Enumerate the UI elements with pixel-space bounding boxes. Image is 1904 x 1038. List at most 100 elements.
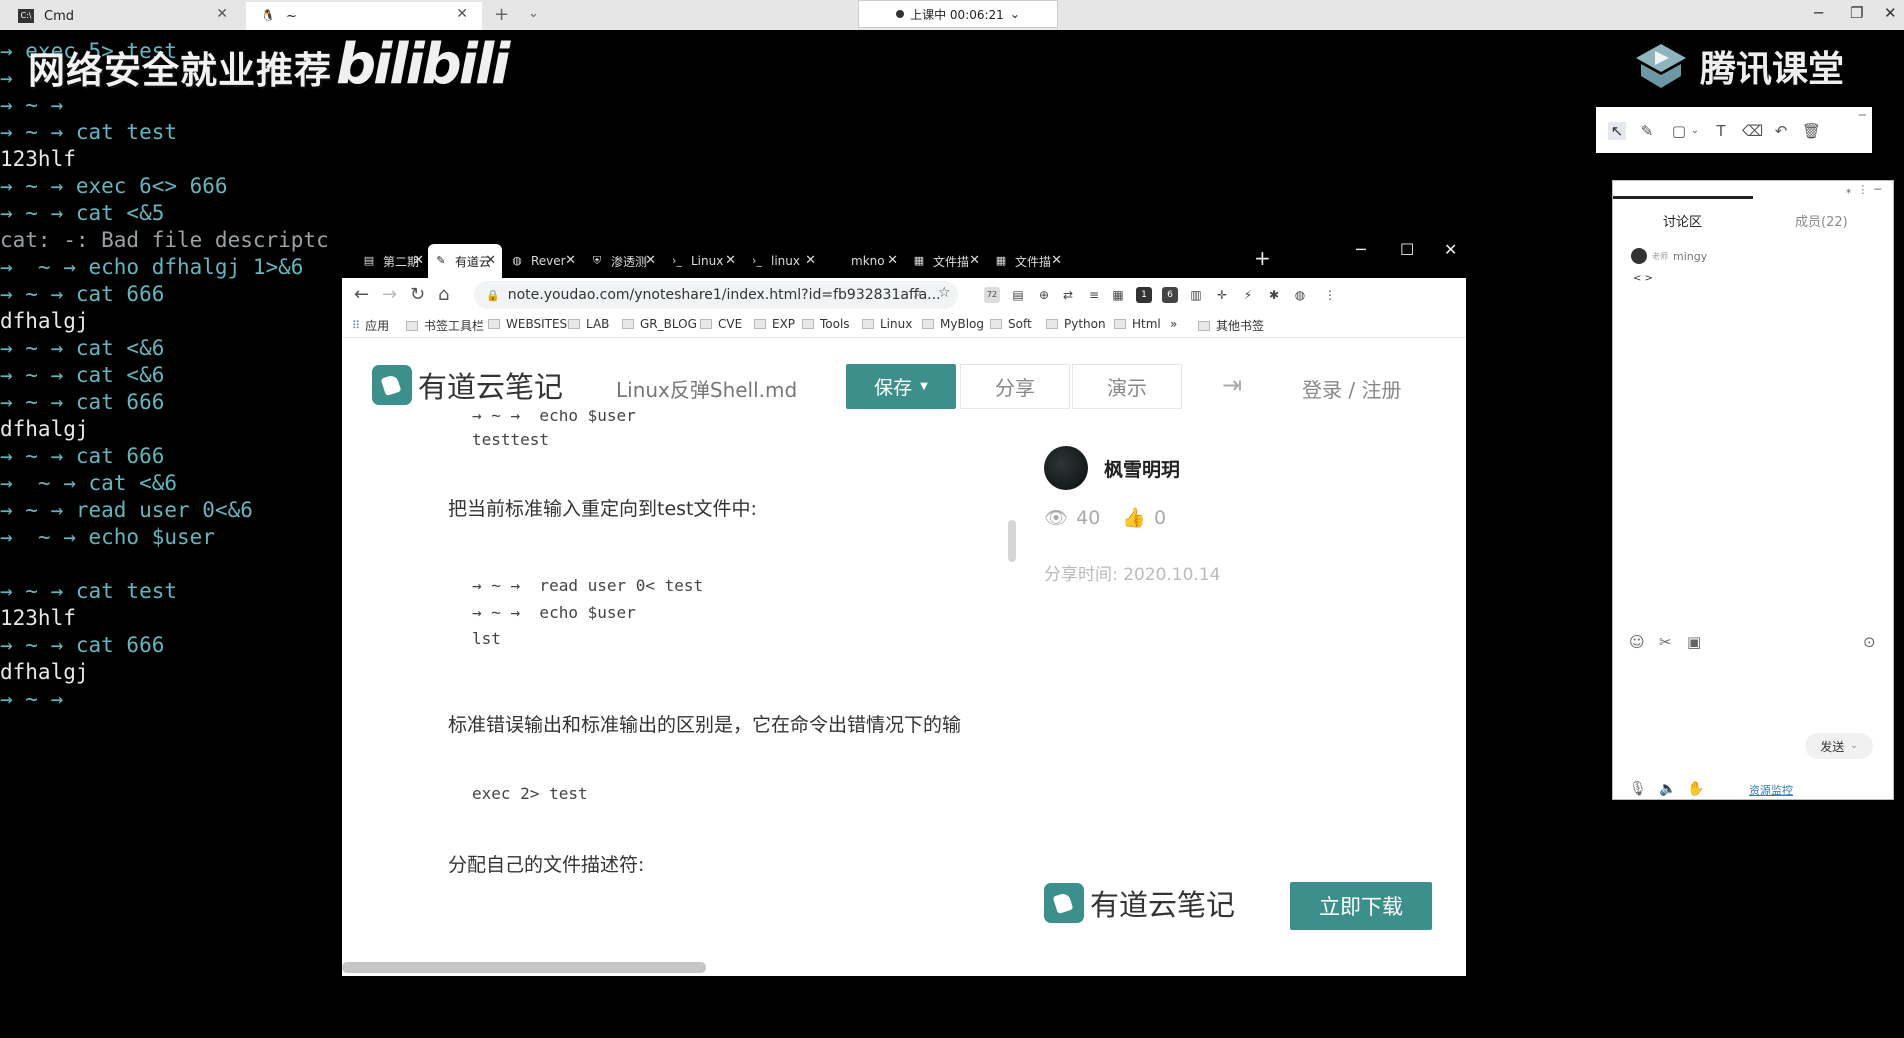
author-name[interactable]: 枫雪明玥 bbox=[1104, 455, 1180, 482]
browser-tab[interactable]: mkno ✕ bbox=[824, 244, 904, 278]
close-tab-icon[interactable]: ✕ bbox=[969, 253, 980, 268]
bookmark-folder[interactable]: MyBlog bbox=[922, 317, 984, 331]
browser-tab[interactable]: ›_ Linux ✕ bbox=[664, 244, 742, 278]
bookmark-folder[interactable]: Soft bbox=[990, 317, 1032, 331]
close-tab-icon[interactable]: ✕ bbox=[1051, 253, 1062, 268]
grid-ext-icon[interactable]: ▦ bbox=[1110, 287, 1126, 303]
pen-icon[interactable]: ✎ bbox=[1638, 122, 1656, 140]
browser-tab[interactable]: ▦ 文件描 ✕ bbox=[906, 244, 986, 278]
browser-tab[interactable]: ⛨ 渗透测 ✕ bbox=[584, 244, 662, 278]
crosshair-ext-icon[interactable]: ✛ bbox=[1214, 287, 1230, 303]
scissors-icon[interactable]: ✂ bbox=[1659, 633, 1672, 651]
youdao-logo[interactable]: 有道云笔记 bbox=[372, 364, 563, 406]
bookmark-folder[interactable]: WEBSITES bbox=[488, 317, 567, 331]
share-button[interactable]: 分享 bbox=[960, 364, 1070, 409]
close-tab-icon[interactable]: ✕ bbox=[887, 253, 898, 268]
tab-cmd[interactable]: C:\ Cmd ✕ bbox=[4, 2, 242, 30]
table-ext-icon[interactable]: ▥ bbox=[1188, 287, 1204, 303]
image-icon[interactable]: ▣ bbox=[1687, 633, 1701, 651]
translate-ext-icon[interactable]: ⇄ bbox=[1060, 287, 1076, 303]
bookmark-folder[interactable]: Linux bbox=[862, 317, 912, 331]
browser-tab[interactable]: ▦ 文件描 ✕ bbox=[988, 244, 1068, 278]
search-ext-icon[interactable]: ⊕ bbox=[1036, 287, 1052, 303]
minimize-button[interactable]: ─ bbox=[1814, 4, 1823, 22]
avatar[interactable] bbox=[1044, 446, 1088, 490]
bookmark-folder[interactable]: LAB bbox=[568, 317, 609, 331]
close-tab-icon[interactable]: ✕ bbox=[645, 253, 656, 268]
tab-shell[interactable]: 🐧 ~ ✕ bbox=[246, 2, 482, 30]
select-cursor-icon[interactable]: ↖ bbox=[1608, 122, 1626, 140]
bookmark-folder[interactable]: EXP bbox=[754, 317, 795, 331]
download-button[interactable]: 立即下载 bbox=[1290, 882, 1432, 930]
close-tab-icon[interactable]: ✕ bbox=[456, 6, 468, 22]
chevron-down-icon[interactable]: ⌄ bbox=[528, 6, 539, 21]
thumbs-up-icon[interactable]: 👍 bbox=[1122, 506, 1146, 529]
star-icon[interactable]: ☆ bbox=[938, 285, 951, 301]
horizontal-scrollbar[interactable] bbox=[342, 962, 706, 973]
minimize-icon[interactable]: ─ bbox=[1859, 108, 1866, 122]
close-tab-icon[interactable]: ✕ bbox=[216, 6, 228, 22]
login-register-link[interactable]: 登录 / 注册 bbox=[1302, 374, 1401, 403]
minimize-button[interactable]: ─ bbox=[1356, 240, 1366, 259]
live-status-pill[interactable]: 上课中 00:06:21 ⌄ bbox=[858, 0, 1058, 28]
panel-controls[interactable]: ⁎⋮─ bbox=[1846, 183, 1887, 196]
hand-raise-icon[interactable]: ✋ bbox=[1687, 781, 1704, 797]
close-window-button[interactable]: ✕ bbox=[1444, 240, 1457, 259]
collapse-sidebar-icon[interactable]: ⇥ bbox=[1222, 371, 1242, 399]
maximize-button[interactable]: ☐ bbox=[1400, 240, 1414, 259]
bookmark-ext-icon[interactable]: ▤ bbox=[1010, 287, 1026, 303]
browser-tab[interactable]: ▤ 第二期 ✕ bbox=[356, 244, 430, 278]
new-tab-button[interactable]: + bbox=[494, 4, 509, 25]
apps-shortcut[interactable]: ⠿ 应用 bbox=[352, 317, 389, 334]
more-bookmarks-button[interactable]: » bbox=[1170, 317, 1177, 331]
terminal-output[interactable]: → exec 5> test → → ~ → → ~ → cat test 123hlf… bbox=[0, 38, 345, 713]
text-tool-icon[interactable]: T bbox=[1712, 122, 1730, 140]
save-button[interactable]: 保存 ▼ bbox=[846, 364, 956, 409]
tab-members[interactable]: 成员(22) bbox=[1795, 211, 1848, 230]
send-button[interactable]: 发送 ⌄ bbox=[1805, 733, 1873, 759]
close-tab-icon[interactable]: ✕ bbox=[413, 253, 424, 268]
browser-tab[interactable]: ›_ linux ✕ bbox=[744, 244, 822, 278]
forward-icon[interactable]: → bbox=[382, 284, 397, 305]
resource-monitor-link[interactable]: 资源监控 bbox=[1749, 782, 1793, 798]
speaker-icon[interactable]: 🔈 bbox=[1659, 781, 1676, 797]
eraser-icon[interactable]: ⌫ bbox=[1742, 122, 1763, 140]
lightning-ext-icon[interactable]: ⚡ bbox=[1240, 287, 1256, 303]
restore-button[interactable]: ❐ bbox=[1850, 4, 1863, 22]
back-icon[interactable]: ← bbox=[354, 284, 369, 305]
menu-icon[interactable]: ⋮ bbox=[1322, 287, 1338, 303]
bookmark-folder[interactable]: 书签工具栏 bbox=[406, 317, 484, 334]
microphone-icon[interactable]: 🎙 bbox=[1629, 781, 1647, 797]
bookmark-folder[interactable]: Python bbox=[1046, 317, 1106, 331]
bookmark-folder[interactable]: Html bbox=[1114, 317, 1161, 331]
close-tab-icon[interactable]: ✕ bbox=[485, 253, 496, 268]
shield-ext-icon[interactable]: 6 bbox=[1162, 287, 1178, 303]
note-ext-icon[interactable]: 1 bbox=[1136, 287, 1152, 303]
emoji-icon[interactable]: ☺ bbox=[1629, 633, 1645, 651]
puzzle-icon[interactable]: ✱ bbox=[1266, 287, 1282, 303]
bookmark-folder[interactable]: Tools bbox=[802, 317, 850, 331]
new-tab-button[interactable]: + bbox=[1254, 246, 1271, 270]
browser-tab[interactable]: ◍ Rever ✕ bbox=[504, 244, 582, 278]
bookmark-folder[interactable]: GR_BLOG bbox=[622, 317, 697, 331]
present-button[interactable]: 演示 bbox=[1072, 364, 1182, 409]
close-tab-icon[interactable]: ✕ bbox=[565, 253, 576, 268]
chevron-down-icon[interactable]: ⌄ bbox=[1686, 122, 1704, 140]
tab-discussion[interactable]: 讨论区 bbox=[1663, 211, 1702, 230]
trash-icon[interactable]: 🗑 bbox=[1802, 122, 1821, 140]
undo-icon[interactable]: ↶ bbox=[1772, 122, 1790, 140]
bookmark-folder[interactable]: 其他书签 bbox=[1198, 317, 1264, 334]
filter-ext-icon[interactable]: ≡ bbox=[1086, 287, 1102, 303]
article-scrollbar[interactable] bbox=[1008, 520, 1016, 562]
browser-tab[interactable]: ✎ 有道云 ✕ bbox=[428, 244, 502, 278]
close-window-button[interactable]: ✕ bbox=[1884, 4, 1897, 22]
address-bar[interactable]: 🔒 note.youdao.com/ynoteshare1/index.html… bbox=[474, 281, 958, 309]
bookmark-folder[interactable]: CVE bbox=[700, 317, 742, 331]
close-tab-icon[interactable]: ✕ bbox=[725, 253, 736, 268]
reload-icon[interactable]: ↻ bbox=[410, 284, 425, 305]
globe-ext-icon[interactable]: ◍ bbox=[1292, 287, 1308, 303]
zoom-icon[interactable]: ⌕ bbox=[914, 285, 922, 301]
home-icon[interactable]: ⌂ bbox=[438, 284, 449, 305]
close-tab-icon[interactable]: ✕ bbox=[805, 253, 816, 268]
extension-badge-icon[interactable]: 72 bbox=[984, 287, 1000, 303]
